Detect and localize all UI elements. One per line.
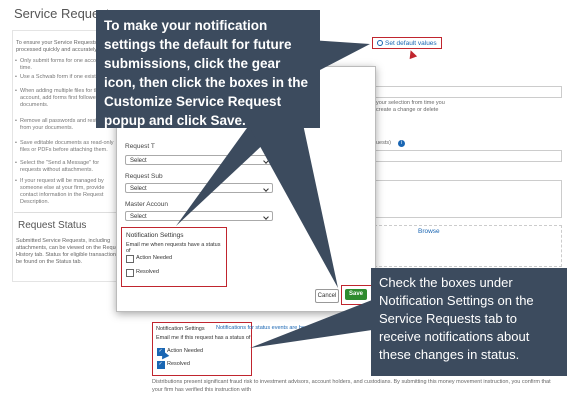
bottom-callout-pointer [250,300,372,348]
callout-top: To make your notification settings the d… [96,10,320,128]
top-callout-pointer-save [240,110,338,288]
callout-bottom: Check the boxes under Notification Setti… [371,268,567,376]
